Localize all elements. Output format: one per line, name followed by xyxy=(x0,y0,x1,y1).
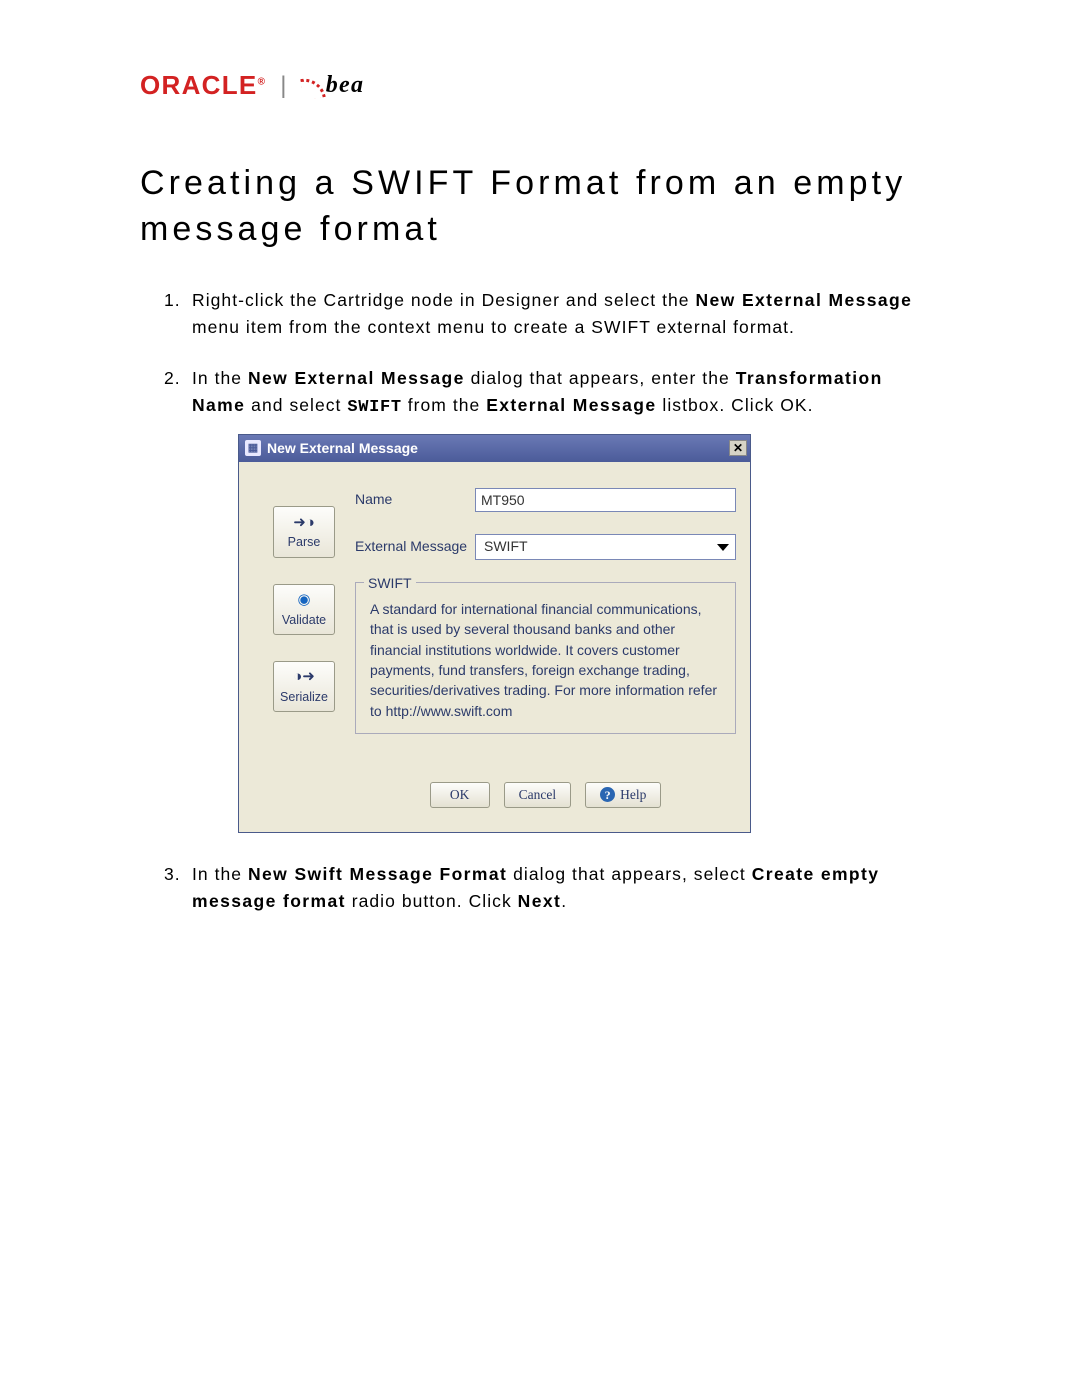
dialog-figure: ▦ New External Message ✕ ➜◑ Parse xyxy=(238,434,940,833)
name-input[interactable] xyxy=(475,488,736,512)
external-message-value: SWIFT xyxy=(484,536,528,558)
groupbox-description: A standard for international financial c… xyxy=(370,601,717,718)
ok-button[interactable]: OK xyxy=(430,782,490,808)
close-icon: ✕ xyxy=(733,439,743,458)
oracle-logo: ORACLE® xyxy=(140,70,266,101)
step-code: SWIFT xyxy=(347,398,401,417)
step-text: dialog that appears, select xyxy=(507,864,751,884)
bea-text: bea xyxy=(326,72,365,99)
step-text: menu item from the context menu to creat… xyxy=(192,317,795,337)
step-bold: New External Message xyxy=(248,368,465,388)
step-num: 2. xyxy=(164,365,181,392)
logo-divider: | xyxy=(280,72,288,100)
dialog-title-left: ▦ New External Message xyxy=(245,438,418,460)
dialog-title-icon: ▦ xyxy=(245,440,261,456)
step-num: 1. xyxy=(164,287,181,314)
cancel-label: Cancel xyxy=(519,785,556,806)
parse-icon: ➜◑ xyxy=(294,513,314,531)
external-message-row: External Message SWIFT xyxy=(355,534,736,560)
chevron-down-icon xyxy=(717,544,729,551)
steps-list: 1. Right-click the Cartridge node in Des… xyxy=(140,287,940,915)
serialize-label: Serialize xyxy=(280,688,328,707)
help-icon: ? xyxy=(600,787,615,802)
parse-button[interactable]: ➜◑ Parse xyxy=(273,506,335,557)
step-text: In the xyxy=(192,864,248,884)
step-text: Right-click the Cartridge node in Design… xyxy=(192,290,696,310)
serialize-icon: ◑➜ xyxy=(294,668,314,686)
new-external-message-dialog: ▦ New External Message ✕ ➜◑ Parse xyxy=(238,434,751,833)
ok-label: OK xyxy=(450,785,470,806)
step-bold: New Swift Message Format xyxy=(248,864,507,884)
dialog-sidebar: ➜◑ Parse ◉ Validate ◑➜ Serialize xyxy=(253,488,355,822)
step-1: 1. Right-click the Cartridge node in Des… xyxy=(164,287,940,341)
name-label: Name xyxy=(355,489,475,511)
step-3: 3. In the New Swift Message Format dialo… xyxy=(164,861,940,915)
step-text: from the xyxy=(402,395,486,415)
dialog-body: ➜◑ Parse ◉ Validate ◑➜ Serialize xyxy=(239,462,750,832)
step-text: listbox. Click OK. xyxy=(656,395,813,415)
step-text: dialog that appears, enter the xyxy=(465,368,736,388)
reg-mark: ® xyxy=(258,76,267,87)
groupbox-legend: SWIFT xyxy=(364,573,416,593)
external-message-label: External Message xyxy=(355,536,475,558)
step-bold: Next xyxy=(518,891,562,911)
validate-icon: ◉ xyxy=(294,591,314,609)
page-title: Creating a SWIFT Format from an empty me… xyxy=(140,161,940,253)
step-bold: External Message xyxy=(486,395,656,415)
step-num: 3. xyxy=(164,861,181,888)
help-label: Help xyxy=(620,785,646,806)
parse-label: Parse xyxy=(288,533,321,552)
dialog-title-text: New External Message xyxy=(267,438,418,460)
step-text: and select xyxy=(245,395,347,415)
step-2: 2. In the New External Message dialog th… xyxy=(164,365,940,833)
dialog-titlebar: ▦ New External Message ✕ xyxy=(239,435,750,463)
step-text: . xyxy=(561,891,567,911)
cancel-button[interactable]: Cancel xyxy=(504,782,571,808)
logo-row: ORACLE® | bea xyxy=(140,70,940,101)
external-message-select[interactable]: SWIFT xyxy=(475,534,736,560)
step-text: radio button. Click xyxy=(346,891,518,911)
validate-button[interactable]: ◉ Validate xyxy=(273,584,335,635)
name-row: Name xyxy=(355,488,736,512)
bea-logo: bea xyxy=(302,72,365,99)
step-text: In the xyxy=(192,368,248,388)
dialog-main: Name External Message SWIFT SWIFT xyxy=(355,488,736,822)
serialize-button[interactable]: ◑➜ Serialize xyxy=(273,661,335,712)
close-button[interactable]: ✕ xyxy=(729,440,747,456)
step-bold: New External Message xyxy=(696,290,913,310)
help-button[interactable]: ? Help xyxy=(585,782,661,808)
dialog-footer: OK Cancel ? Help xyxy=(355,774,736,822)
swift-groupbox: SWIFT A standard for international finan… xyxy=(355,582,736,734)
oracle-text: ORACLE xyxy=(140,70,258,100)
validate-label: Validate xyxy=(282,611,326,630)
bea-swoosh-icon xyxy=(300,75,325,100)
